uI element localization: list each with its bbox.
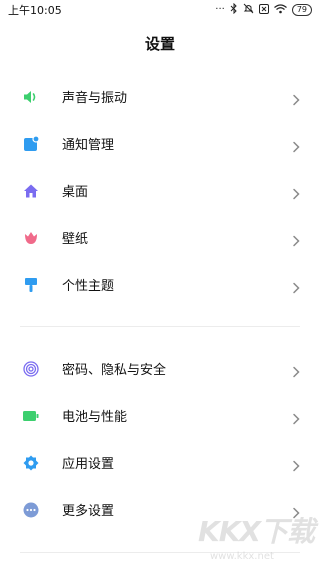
- gear-icon: [22, 454, 40, 472]
- wifi-icon: [273, 3, 287, 17]
- page-title: 设置: [144, 35, 175, 53]
- signal-dots-icon: ···: [215, 4, 225, 15]
- watermark: KKX下载 www.kkx.net: [196, 510, 315, 562]
- silent-icon: [243, 3, 254, 17]
- battery-level: 79: [291, 4, 312, 16]
- chevron-right-icon: [292, 185, 300, 199]
- chevron-right-icon: [292, 232, 300, 246]
- home-icon: [22, 182, 40, 200]
- settings-item-password-privacy-security[interactable]: 密码、隐私与安全: [0, 345, 320, 392]
- sim-x-icon: [258, 3, 269, 17]
- chevron-right-icon: [292, 363, 300, 377]
- settings-item-label: 应用设置: [62, 457, 115, 472]
- settings-item-label: 壁纸: [62, 232, 89, 247]
- chevron-right-icon: [292, 279, 300, 293]
- chevron-right-icon: [292, 91, 300, 105]
- fingerprint-icon: [22, 360, 40, 378]
- settings-item-themes[interactable]: 个性主题: [0, 261, 320, 308]
- settings-group-system: 密码、隐私与安全 电池与性能 应用设置 更多设置: [0, 345, 320, 533]
- settings-item-label: 电池与性能: [62, 410, 128, 425]
- status-time: 上午10:05: [8, 4, 62, 17]
- settings-item-label: 更多设置: [62, 504, 115, 519]
- settings-item-label: 声音与振动: [62, 91, 128, 106]
- battery-icon: [22, 407, 40, 425]
- chevron-right-icon: [292, 410, 300, 424]
- settings-item-sound-vibration[interactable]: 声音与振动: [0, 73, 320, 120]
- settings-item-label: 个性主题: [62, 279, 115, 294]
- settings-item-wallpaper[interactable]: 壁纸: [0, 214, 320, 261]
- settings-item-label: 密码、隐私与安全: [62, 363, 167, 378]
- watermark-url: www.kkx.net: [210, 551, 274, 562]
- settings-item-label: 通知管理: [62, 138, 115, 153]
- bluetooth-icon: [230, 2, 238, 17]
- section-divider: [20, 326, 300, 327]
- speaker-icon: [22, 88, 40, 106]
- more-icon: [22, 501, 40, 519]
- notification-icon: [22, 135, 40, 153]
- chevron-right-icon: [292, 138, 300, 152]
- settings-item-notifications[interactable]: 通知管理: [0, 120, 320, 167]
- chevron-right-icon: [292, 457, 300, 471]
- status-bar: 上午10:05 ··· 79: [0, 0, 320, 20]
- brush-icon: [22, 276, 40, 294]
- settings-item-home-screen[interactable]: 桌面: [0, 167, 320, 214]
- settings-item-app-settings[interactable]: 应用设置: [0, 439, 320, 486]
- watermark-logo: KKX下载: [198, 515, 315, 548]
- status-icons: ··· 79: [215, 2, 312, 17]
- settings-group-display: 声音与振动 通知管理 桌面 壁纸 个性主题: [0, 73, 320, 308]
- settings-item-label: 桌面: [62, 185, 89, 200]
- settings-item-battery-performance[interactable]: 电池与性能: [0, 392, 320, 439]
- tulip-icon: [22, 229, 40, 247]
